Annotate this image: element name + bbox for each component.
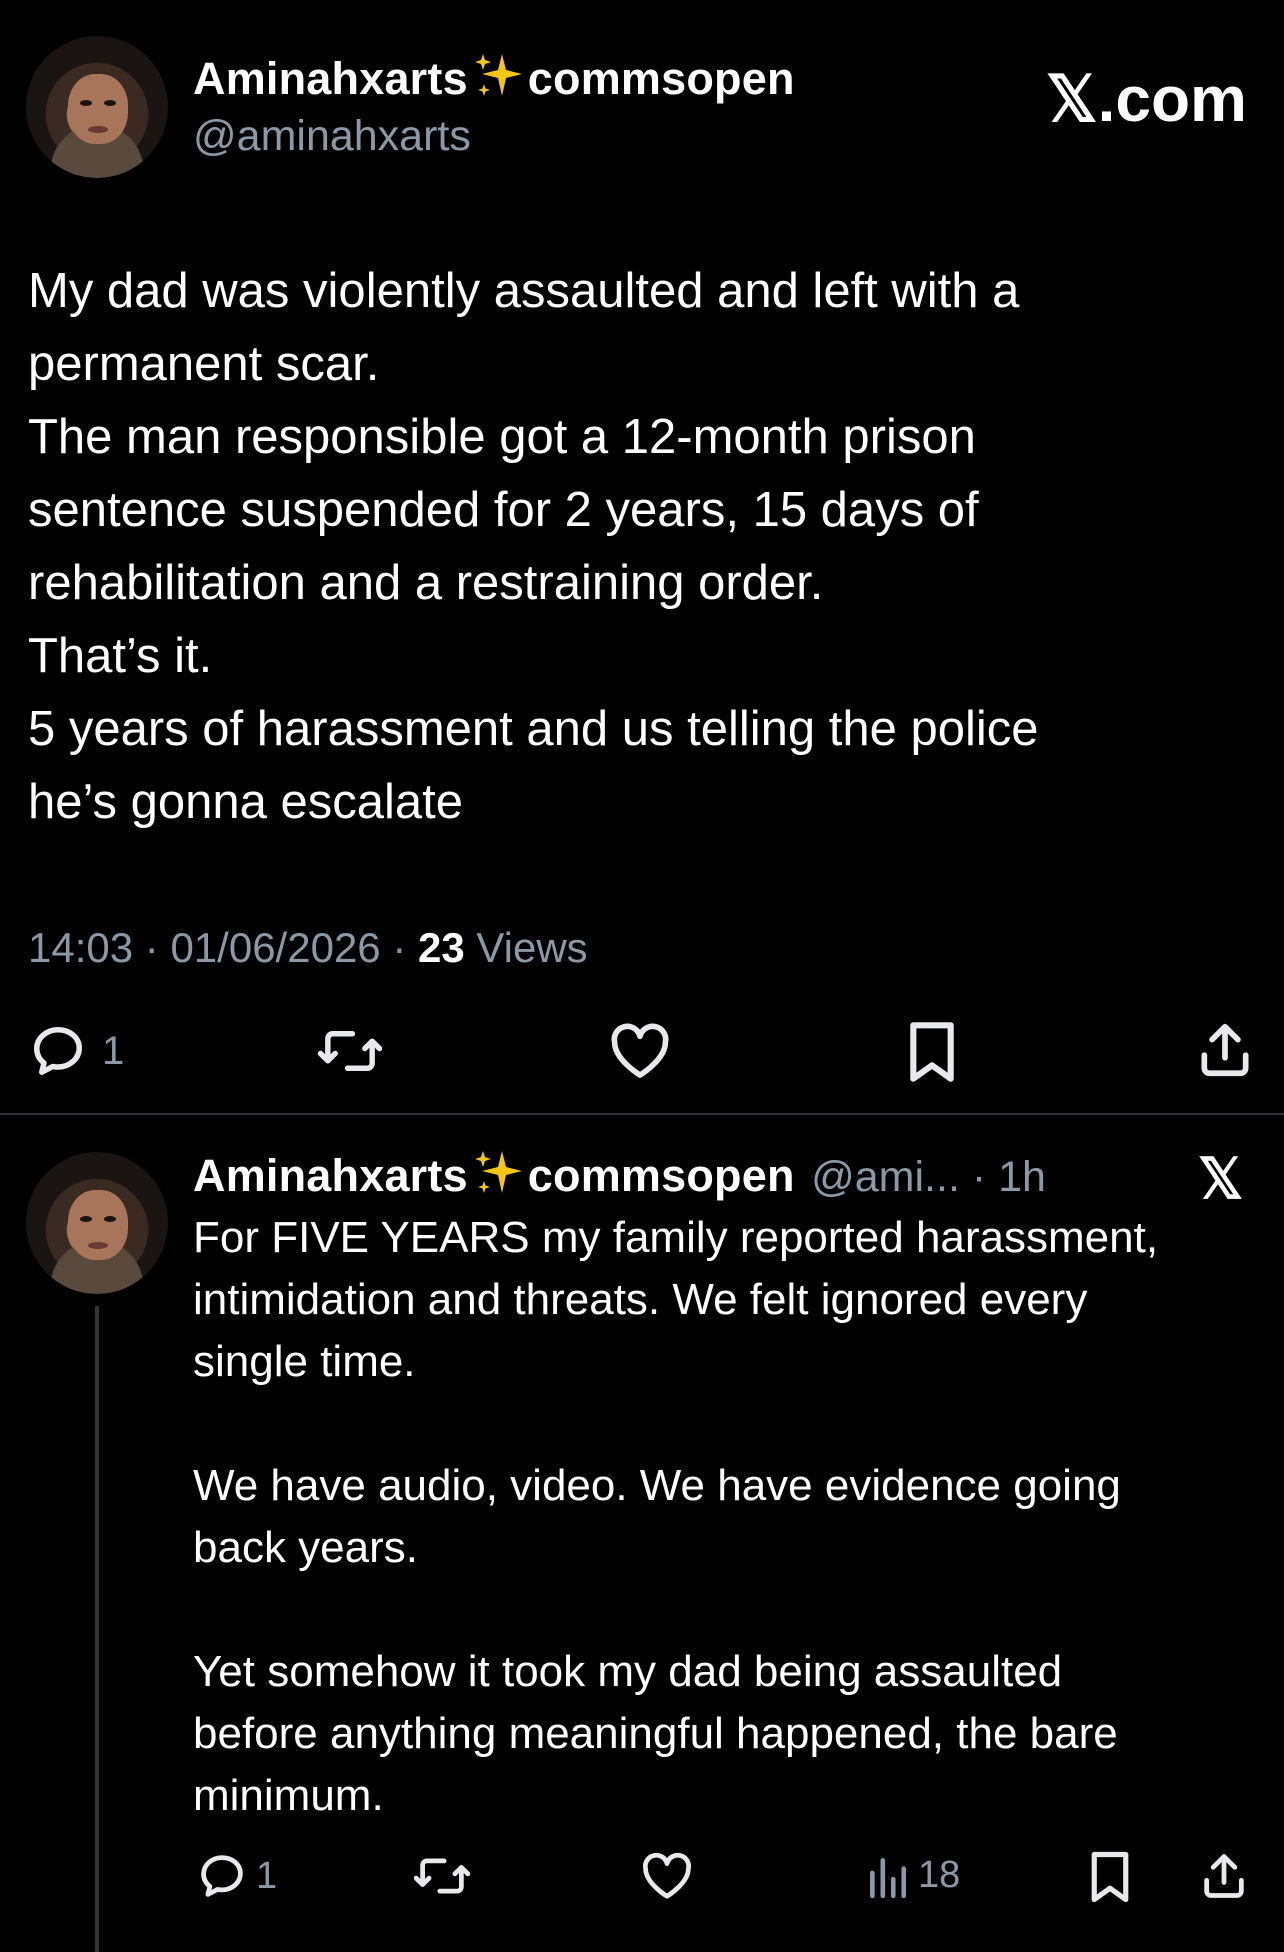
main-tweet-display-name[interactable]: Aminahxarts commsopen — [193, 50, 795, 105]
retweet-icon — [318, 1031, 382, 1071]
like-button[interactable] — [608, 1020, 672, 1082]
tweet-text: My dad was violently assaulted and left … — [28, 264, 1039, 829]
reply-retweet-button[interactable] — [414, 1850, 470, 1902]
reply-header[interactable]: Aminahxarts commsopen @ami... · 1h — [193, 1147, 1046, 1202]
x-com-brand: 𝕏.com — [1046, 62, 1247, 137]
x-logo-icon: 𝕏 — [1046, 64, 1098, 135]
reply-like-button[interactable] — [640, 1849, 694, 1903]
reply-avatar[interactable] — [26, 1152, 168, 1294]
views-button[interactable]: 18 — [866, 1852, 960, 1898]
divider — [0, 1113, 1284, 1115]
display-name-suffix: commsopen — [527, 53, 795, 104]
reply-display-name: Aminahxarts — [193, 1150, 468, 1201]
brand-label: .com — [1097, 63, 1247, 135]
reply-reply-button[interactable]: 1 — [196, 1850, 277, 1902]
reply-bookmark-button[interactable] — [1086, 1850, 1134, 1904]
reply-icon — [201, 1855, 243, 1897]
bookmark-button[interactable] — [904, 1020, 960, 1084]
retweet-button[interactable] — [318, 1021, 382, 1081]
share-icon — [1204, 1854, 1244, 1898]
thread-line — [95, 1306, 99, 1952]
reply-button[interactable]: 1 — [28, 1021, 124, 1081]
views-label: Views — [476, 924, 588, 971]
sparkles-icon — [474, 1151, 522, 1193]
reply-reply-count: 1 — [256, 1854, 278, 1897]
reply-text: For FIVE YEARS my family reported harass… — [193, 1213, 1159, 1820]
reply-icon — [34, 1027, 82, 1075]
avatar[interactable] — [26, 36, 168, 178]
bookmark-icon — [910, 1022, 954, 1082]
tweet-time[interactable]: 14:03 — [28, 924, 133, 971]
bookmark-icon — [1091, 1851, 1129, 1903]
sparkles-icon — [474, 54, 522, 96]
reply-views-count: 18 — [918, 1853, 961, 1896]
reply-display-name-suffix: commsopen — [527, 1150, 795, 1201]
reply-share-button[interactable] — [1198, 1849, 1250, 1903]
handle[interactable]: @aminahxarts — [193, 112, 471, 161]
views-icon — [870, 1858, 907, 1898]
reply-count: 1 — [102, 1028, 125, 1073]
share-button[interactable] — [1194, 1018, 1256, 1082]
share-icon — [1201, 1023, 1249, 1077]
tweet-meta: 14:03 · 01/06/2026 · 23 Views — [28, 924, 588, 971]
display-name: Aminahxarts — [193, 53, 468, 104]
views-count: 23 — [418, 924, 465, 971]
tweet-date[interactable]: 01/06/2026 — [170, 924, 380, 971]
heart-icon — [642, 1852, 692, 1899]
reply-handle-time: @ami... · 1h — [811, 1153, 1046, 1201]
retweet-icon — [414, 1858, 470, 1894]
heart-icon — [611, 1023, 669, 1078]
x-logo-icon: 𝕏 — [1198, 1149, 1244, 1211]
